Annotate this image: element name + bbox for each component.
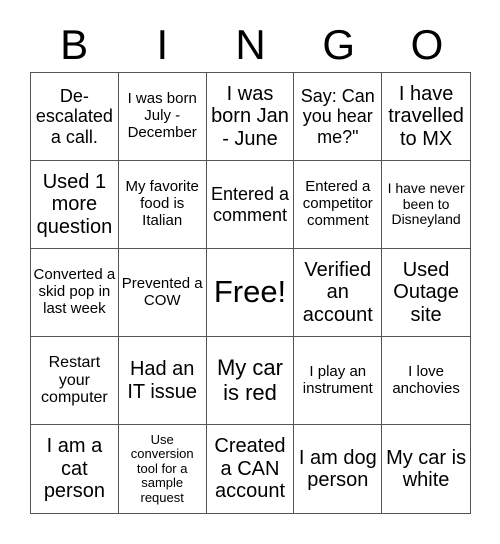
bingo-cell[interactable]: Used 1 more question (31, 161, 119, 249)
bingo-cell[interactable]: My favorite food is Italian (118, 161, 207, 249)
header-letter-i: I (156, 21, 169, 68)
free-space[interactable]: Free! (206, 249, 295, 337)
bingo-cell[interactable]: De-escalated a call. (31, 73, 119, 161)
header-letter-b: B (60, 21, 89, 68)
header-letter-n: N (235, 21, 266, 68)
bingo-cell[interactable]: Entered a comment (206, 161, 295, 249)
bingo-cell[interactable]: Used Outage site (382, 249, 470, 337)
bingo-cell[interactable]: Restart your computer (31, 337, 119, 425)
bingo-cell[interactable]: I play an instrument (294, 337, 383, 425)
bingo-cell[interactable]: I am dog person (294, 425, 383, 513)
bingo-cell[interactable]: Verified an account (294, 249, 383, 337)
bingo-cell[interactable]: Say: Can you hear me?" (294, 73, 383, 161)
bingo-grid: De-escalated a call. I was born July - D… (30, 72, 471, 514)
bingo-cell[interactable]: I was born July - December (118, 73, 207, 161)
bingo-cell[interactable]: Converted a skid pop in last week (31, 249, 119, 337)
bingo-cell[interactable]: Use conversion tool for a sample request (119, 425, 207, 513)
bingo-cell[interactable]: Had an IT issue (118, 337, 207, 425)
header-letter-g: G (322, 21, 356, 68)
bingo-cell[interactable]: I have travelled to MX (382, 73, 470, 161)
bingo-header: B I N G O (30, 18, 471, 72)
bingo-cell[interactable]: My car is red (206, 337, 295, 425)
bingo-cell[interactable]: I am a cat person (31, 425, 119, 513)
bingo-cell[interactable]: Created a CAN account (207, 425, 295, 513)
header-letter-o: O (410, 21, 444, 68)
bingo-cell[interactable]: Entered a competitor comment (294, 161, 383, 249)
bingo-cell[interactable]: Prevented a COW (118, 249, 207, 337)
bingo-cell[interactable]: I love anchovies (382, 337, 470, 425)
bingo-cell[interactable]: My car is white (382, 425, 470, 513)
bingo-cell[interactable]: I have never been to Disneyland (382, 161, 470, 249)
bingo-cell[interactable]: I was born Jan - June (206, 73, 295, 161)
